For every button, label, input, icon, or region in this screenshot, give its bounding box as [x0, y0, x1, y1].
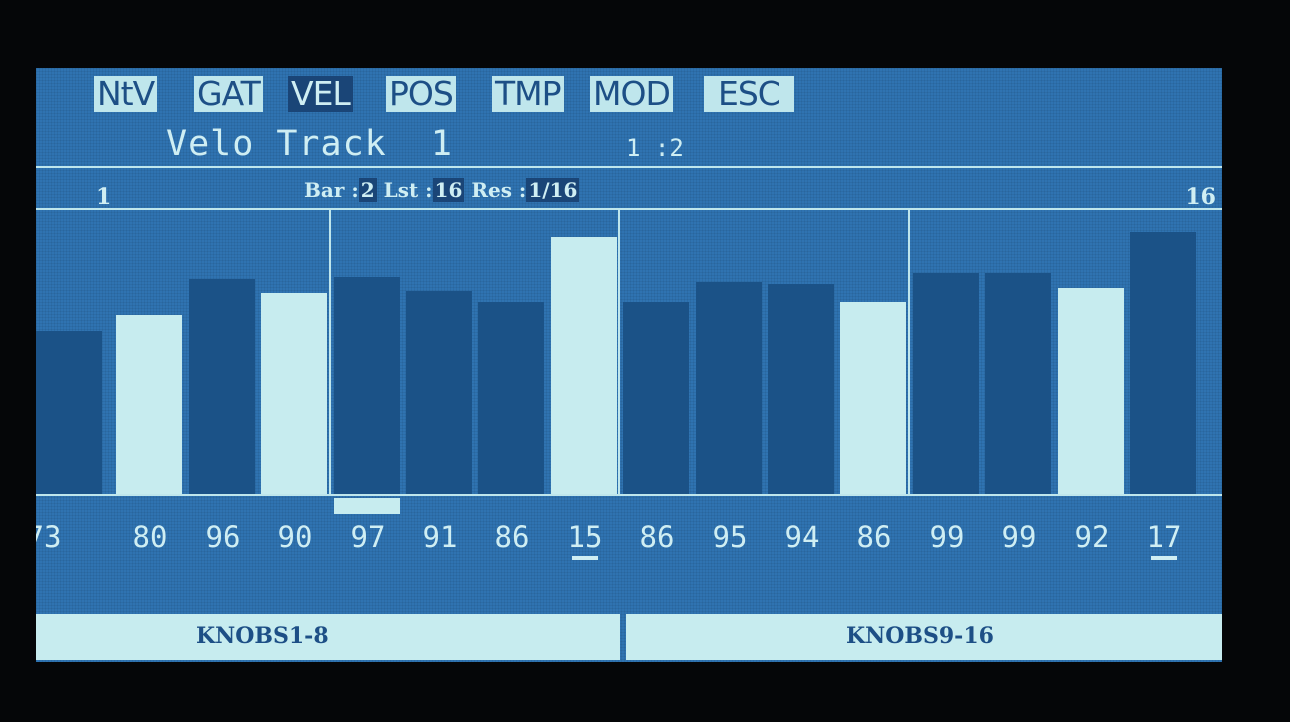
- velocity-bar-step-11[interactable]: [768, 284, 834, 494]
- divider-line: [36, 166, 1222, 168]
- step-value-16[interactable]: 17: [1134, 520, 1194, 554]
- step-value-10[interactable]: 95: [700, 520, 760, 554]
- step-value-11[interactable]: 94: [772, 520, 832, 554]
- step-value-1[interactable]: 73: [36, 520, 74, 554]
- step-value-15[interactable]: 92: [1062, 520, 1122, 554]
- knobs-9-16-label: KNOBS9-16: [846, 623, 994, 649]
- velocity-bar-step-8[interactable]: [551, 237, 617, 494]
- tab-esc[interactable]: ESC: [704, 76, 794, 112]
- step-value-4[interactable]: 90: [265, 520, 325, 554]
- lcd-screen: NtV GAT VEL POS TMP MOD ESC Velo Track 1…: [36, 68, 1222, 662]
- velocity-bar-step-4[interactable]: [261, 293, 327, 494]
- velocity-bar-graph[interactable]: [36, 210, 1222, 494]
- step-value-13[interactable]: 99: [917, 520, 977, 554]
- velocity-bar-step-5[interactable]: [334, 277, 400, 494]
- step-value-14[interactable]: 99: [989, 520, 1049, 554]
- step-value-5[interactable]: 97: [338, 520, 398, 554]
- step-value-7[interactable]: 86: [482, 520, 542, 554]
- step-value-12[interactable]: 86: [844, 520, 904, 554]
- knobs-1-8-label: KNOBS1-8: [196, 623, 329, 649]
- tab-tmp[interactable]: TMP: [492, 76, 564, 112]
- value-underline: [572, 556, 598, 560]
- step-values-row: 73 80 96 90 97 91 86 15 86 95 94 86 99 99 92 17: [36, 520, 1222, 560]
- res-value[interactable]: 1/16: [526, 178, 580, 202]
- velocity-bar-step-9[interactable]: [623, 302, 689, 494]
- graph-baseline: [36, 494, 1222, 496]
- value-underline: [1151, 556, 1177, 560]
- group-divider: [618, 210, 620, 494]
- step-cursor: [334, 498, 400, 514]
- velocity-bar-step-1[interactable]: [36, 331, 102, 494]
- velocity-bar-step-14[interactable]: [985, 273, 1051, 494]
- track-title: Velo Track 1: [166, 124, 453, 164]
- ruler-end: 16: [1185, 184, 1216, 210]
- velocity-bar-step-10[interactable]: [696, 282, 762, 494]
- velocity-bar-step-2[interactable]: [116, 315, 182, 494]
- last-label: Lst :: [383, 178, 433, 202]
- knobs-9-16-button[interactable]: KNOBS9-16: [626, 614, 1222, 660]
- step-value-8[interactable]: 15: [555, 520, 615, 554]
- velocity-bar-step-6[interactable]: [406, 291, 472, 494]
- group-divider: [908, 210, 910, 494]
- velocity-bar-step-7[interactable]: [478, 302, 544, 494]
- step-value-2[interactable]: 80: [120, 520, 180, 554]
- pattern-info: Bar :2 Lst :16 Res :1/16: [304, 178, 580, 202]
- knob-footer: KNOBS1-8 KNOBS9-16: [36, 614, 1222, 662]
- tab-mod[interactable]: MOD: [590, 76, 673, 112]
- bar-value[interactable]: 2: [358, 178, 377, 202]
- step-value-9[interactable]: 86: [627, 520, 687, 554]
- step-value-3[interactable]: 96: [193, 520, 253, 554]
- velocity-bar-step-3[interactable]: [189, 279, 255, 494]
- tab-ntv[interactable]: NtV: [94, 76, 158, 112]
- tab-pos[interactable]: POS: [386, 76, 456, 112]
- position-readout: 1 :2: [626, 134, 684, 162]
- velocity-bar-step-13[interactable]: [913, 273, 979, 494]
- last-value[interactable]: 16: [432, 178, 465, 202]
- bar-label: Bar :: [304, 178, 359, 202]
- res-label: Res :: [471, 178, 527, 202]
- knobs-1-8-button[interactable]: KNOBS1-8: [36, 614, 620, 660]
- velocity-bar-step-16[interactable]: [1130, 232, 1196, 494]
- tab-gat[interactable]: GAT: [194, 76, 263, 112]
- tab-vel[interactable]: VEL: [288, 76, 353, 112]
- group-divider: [329, 210, 331, 494]
- velocity-bar-step-12[interactable]: [840, 302, 906, 494]
- ruler-start: 1: [96, 184, 112, 210]
- velocity-bar-step-15[interactable]: [1058, 288, 1124, 494]
- step-value-6[interactable]: 91: [410, 520, 470, 554]
